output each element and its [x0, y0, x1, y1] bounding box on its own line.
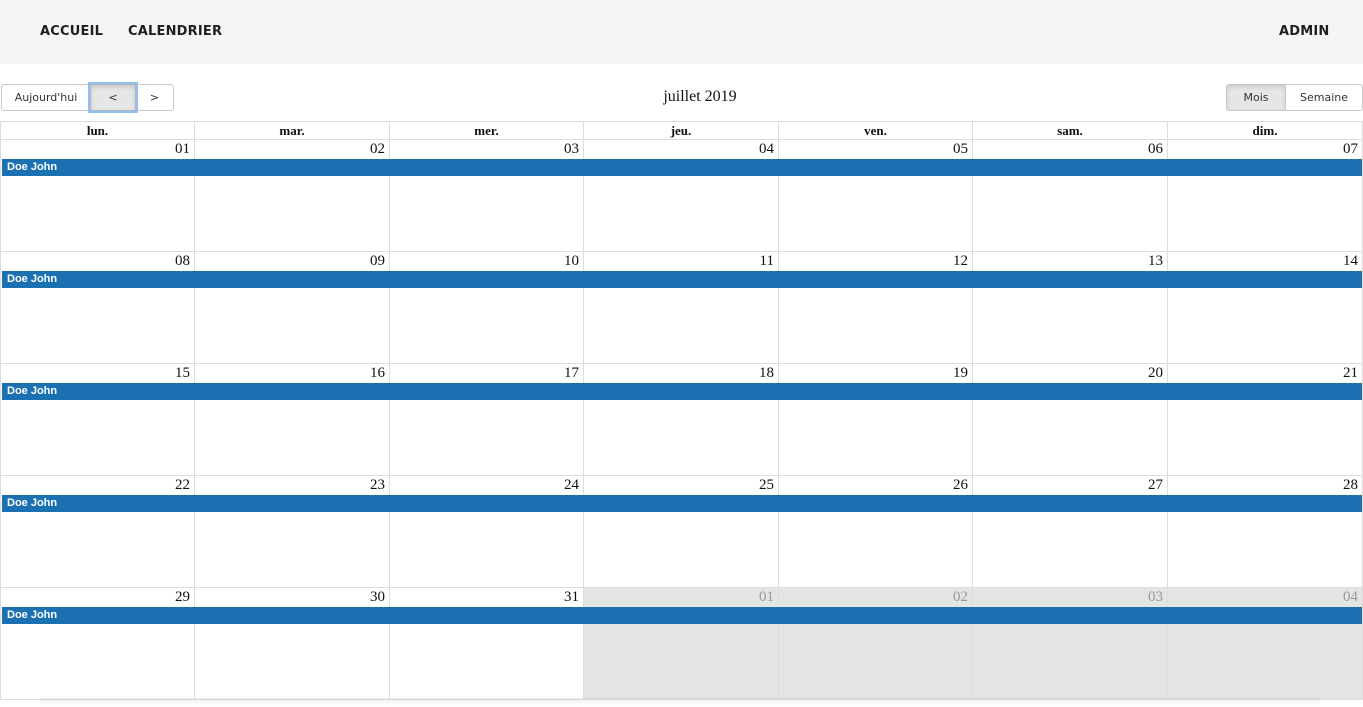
weekday-header: sam.: [973, 121, 1168, 140]
day-number: 02: [953, 589, 968, 605]
day-number: 17: [564, 365, 579, 381]
day-number: 16: [370, 365, 385, 381]
day-cell[interactable]: 31: [390, 588, 584, 700]
day-number: 14: [1343, 253, 1358, 269]
day-cell[interactable]: 11: [584, 252, 779, 364]
month-grid: lun. mar. mer. jeu. ven. sam. dim. 01 02 03 04 05 06…: [0, 121, 1363, 707]
day-number: 20: [1148, 365, 1163, 381]
event-bar[interactable]: Doe John: [2, 495, 1362, 512]
day-number: 04: [1343, 589, 1358, 605]
nav-home-link[interactable]: ACCUEIL: [40, 24, 103, 39]
month-view-button[interactable]: Mois: [1226, 84, 1286, 111]
day-cell[interactable]: 04: [1168, 588, 1363, 700]
day-number: 18: [759, 365, 774, 381]
day-number: 09: [370, 253, 385, 269]
day-number: 02: [370, 141, 385, 157]
day-cell[interactable]: 04: [584, 140, 779, 252]
nav-admin-link[interactable]: ADMIN: [1279, 24, 1330, 39]
day-cell[interactable]: 27: [973, 476, 1168, 588]
day-number: 13: [1148, 253, 1163, 269]
day-cell[interactable]: 07: [1168, 140, 1363, 252]
day-number: 28: [1343, 477, 1358, 493]
nav-calendar-link[interactable]: CALENDRIER: [128, 24, 222, 39]
day-cell[interactable]: 08: [0, 252, 195, 364]
event-bar[interactable]: Doe John: [2, 159, 1362, 176]
top-navbar: ACCUEIL CALENDRIER ADMIN: [0, 0, 1363, 64]
day-cell[interactable]: 21: [1168, 364, 1363, 476]
prev-month-button[interactable]: <: [90, 84, 136, 111]
day-number: 07: [1343, 141, 1358, 157]
day-number: 25: [759, 477, 774, 493]
day-number: 15: [175, 365, 190, 381]
day-cell[interactable]: 14: [1168, 252, 1363, 364]
day-number: 01: [759, 589, 774, 605]
day-cell[interactable]: 01: [0, 140, 195, 252]
day-number: 24: [564, 477, 579, 493]
day-cell[interactable]: 15: [0, 364, 195, 476]
day-number: 22: [175, 477, 190, 493]
weekday-header: lun.: [0, 121, 195, 140]
day-cell[interactable]: 19: [779, 364, 973, 476]
day-cell[interactable]: 12: [779, 252, 973, 364]
day-number: 29: [175, 589, 190, 605]
weekday-header: jeu.: [584, 121, 779, 140]
day-cell[interactable]: 28: [1168, 476, 1363, 588]
day-number: 03: [1148, 589, 1163, 605]
day-number: 26: [953, 477, 968, 493]
day-cell[interactable]: 16: [195, 364, 390, 476]
day-cell[interactable]: 20: [973, 364, 1168, 476]
week-view-button[interactable]: Semaine: [1285, 84, 1363, 111]
day-cell[interactable]: 29: [0, 588, 195, 700]
day-cell[interactable]: 02: [779, 588, 973, 700]
event-bar[interactable]: Doe John: [2, 607, 1362, 624]
day-number: 11: [759, 253, 774, 269]
weekday-header: ven.: [779, 121, 973, 140]
day-cell[interactable]: 22: [0, 476, 195, 588]
weekday-header: dim.: [1168, 121, 1363, 140]
day-number: 27: [1148, 477, 1163, 493]
day-cell[interactable]: 06: [973, 140, 1168, 252]
weekday-header: mar.: [195, 121, 390, 140]
day-cell[interactable]: 26: [779, 476, 973, 588]
day-cell[interactable]: 25: [584, 476, 779, 588]
day-number: 19: [953, 365, 968, 381]
day-number: 12: [953, 253, 968, 269]
day-number: 04: [759, 141, 774, 157]
day-number: 10: [564, 253, 579, 269]
day-cell[interactable]: 03: [973, 588, 1168, 700]
day-number: 21: [1343, 365, 1358, 381]
event-bar[interactable]: Doe John: [2, 271, 1362, 288]
day-number: 23: [370, 477, 385, 493]
day-cell[interactable]: 02: [195, 140, 390, 252]
calendar-title: juillet 2019: [663, 88, 737, 105]
day-number: 31: [564, 589, 579, 605]
day-cell[interactable]: 05: [779, 140, 973, 252]
day-cell[interactable]: 01: [584, 588, 779, 700]
day-number: 03: [564, 141, 579, 157]
day-cell[interactable]: 09: [195, 252, 390, 364]
day-number: 06: [1148, 141, 1163, 157]
day-cell[interactable]: 23: [195, 476, 390, 588]
day-cell[interactable]: 30: [195, 588, 390, 700]
day-cell[interactable]: 17: [390, 364, 584, 476]
day-number: 30: [370, 589, 385, 605]
day-cell[interactable]: 18: [584, 364, 779, 476]
day-number: 08: [175, 253, 190, 269]
event-bar[interactable]: Doe John: [2, 383, 1362, 400]
day-cell[interactable]: 13: [973, 252, 1168, 364]
day-cell[interactable]: 03: [390, 140, 584, 252]
day-cell[interactable]: 10: [390, 252, 584, 364]
day-number: 01: [175, 141, 190, 157]
day-cell[interactable]: 24: [390, 476, 584, 588]
weekday-header: mer.: [390, 121, 584, 140]
day-number: 05: [953, 141, 968, 157]
